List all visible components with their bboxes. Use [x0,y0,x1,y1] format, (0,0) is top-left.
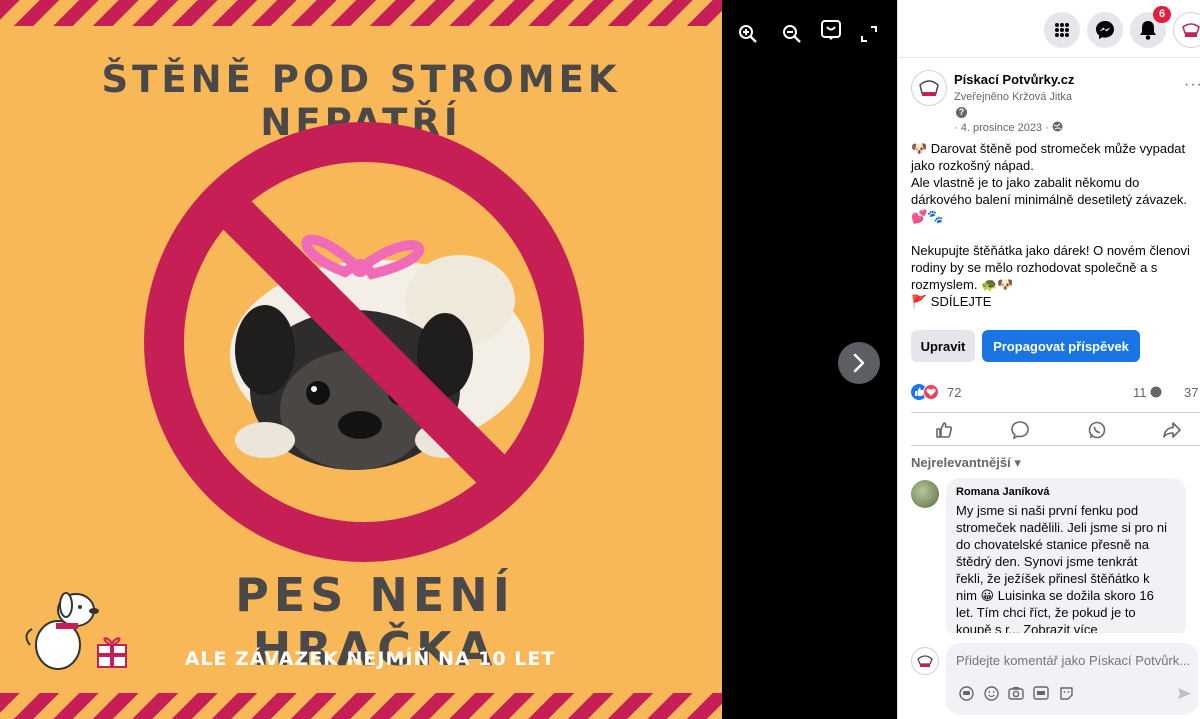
post-actions-bar [911,412,1200,446]
comment-text-line: let. Tím chci říct, že pokud je to [956,605,1136,620]
zoom-out-icon[interactable] [780,22,804,46]
comment-text-line: štědrý den. Synovi jsme tenkrát [956,554,1138,569]
profile-avatar[interactable] [1173,12,1200,48]
notification-badge: 6 [1153,6,1171,23]
reaction-count: 72 [947,385,962,400]
stripe-border-bottom [0,693,722,719]
comment-text: My jsme si naši první fenku pod stromeče… [956,502,1176,633]
comment-input[interactable] [956,653,1196,668]
top-bar: 6 [898,0,1200,58]
question-icon[interactable]: ? [956,107,967,118]
reactions-summary[interactable]: 72 11 37 [911,382,1200,402]
comment-input-box [946,643,1198,715]
like-button-icon[interactable] [933,419,955,441]
commenter-name-link[interactable]: Romana Janíková [956,486,1176,498]
comment-text-line: My jsme si naši první fenku pod [956,503,1139,518]
post-text-blank-line [911,225,1200,242]
gif-icon[interactable] [1033,685,1049,701]
comment-item: Romana Janíková My jsme si naši první fe… [911,478,1200,633]
post-text-line: Ale vlastně je to jako zabalit někomu do [911,175,1140,190]
post-date-row: · 4. prosince 2023 · [954,121,1063,134]
share-count-value: 37 [1184,385,1199,400]
comment-text-line: stromeček nadělili. Jeli jsme si pro ni [956,520,1167,535]
page-avatar[interactable] [911,70,947,106]
share-button-icon[interactable] [1161,419,1183,441]
comment-bubble-icon [1150,386,1162,398]
commenter-avatar[interactable] [911,480,939,508]
post-text-line: 🐶 Darovat štěně pod stromeček může vypad… [911,141,1186,156]
comment-text-line: do chovatelské stanice přesně na [956,537,1149,552]
edit-post-button[interactable]: Upravit [911,330,975,362]
post-text: 🐶 Darovat štěně pod stromeček může vypad… [911,140,1200,310]
post-side-panel: 6 Pískací Potvůrky.cz Zveřejněno Kržová … [897,0,1200,719]
promote-post-button[interactable]: Propagovat příspěvek [982,330,1140,362]
comment-button-icon[interactable] [1009,419,1031,441]
chevron-right-icon [853,353,865,373]
comment-count[interactable]: 11 [1133,385,1162,400]
post-text-line: jako rozkošný nápad. [911,158,1034,173]
fullscreen-icon[interactable] [857,22,881,46]
composer-avatar [911,647,939,675]
post-text-line: 💕🐾 [911,209,944,224]
comment-count-value: 11 [1133,385,1147,400]
comment-bubble: Romana Janíková My jsme si naši první fe… [946,478,1186,633]
comment-text-line: řekli, že ježíšek přinesl štěňátko k [956,571,1150,586]
dog-gift-logo [25,592,127,670]
apps-grid-icon[interactable] [1044,12,1080,48]
comment-text-line: nim 😀 Luisinka se dožila skoro 16 [956,588,1154,603]
whatsapp-share-icon[interactable] [1086,419,1108,441]
post-text-line: Nekupujte štěňátka jako dárek! O novém č… [911,243,1190,258]
post-text-line: dárkového balení minimálně desetiletý zá… [911,192,1188,207]
globe-icon [1052,121,1063,132]
photo-viewer: ŠTĚNĚ POD STROMEK NEPATŘÍ PES NENÍ HRAČK… [0,0,1200,719]
emoji-icon[interactable] [983,685,999,701]
page-name-link[interactable]: Pískací Potvůrky.cz [954,72,1074,87]
comment-composer [911,643,1200,719]
post-date-link[interactable]: · 4. prosince 2023 · [954,122,1049,134]
post-more-options-icon[interactable]: ··· [1184,76,1200,94]
camera-icon[interactable] [1008,685,1024,701]
zoom-in-icon[interactable] [736,22,760,46]
comment-sort-dropdown[interactable]: Nejrelevantnější ▾ [911,455,1021,471]
post-text-line: rodiny by se mělo rozhodovat společně a … [911,260,1158,275]
post-text-line: rozmyslem. 🐢🐶 [911,277,1014,292]
sticker-icon[interactable] [1058,685,1074,701]
tag-icon[interactable] [819,18,843,42]
comment-text-line: koupě s r... Zobrazit více [956,622,1098,633]
post-text-line: 🚩 SDÍLEJTE [911,294,992,309]
avatar-sticker-icon[interactable] [958,685,974,701]
share-count[interactable]: 37 [1184,385,1198,400]
send-icon[interactable] [1176,685,1192,701]
post-photo[interactable]: ŠTĚNĚ POD STROMEK NEPATŘÍ PES NENÍ HRAČK… [0,0,722,719]
published-by-text: Zveřejněno Kržová Jitka [954,91,1072,103]
messenger-icon[interactable] [1087,12,1123,48]
photo-tagline: ALE ZÁVAZEK NEJMÍŇ NA 10 LET [184,648,556,670]
next-photo-button[interactable] [838,342,880,384]
love-reaction-icon [923,384,939,400]
